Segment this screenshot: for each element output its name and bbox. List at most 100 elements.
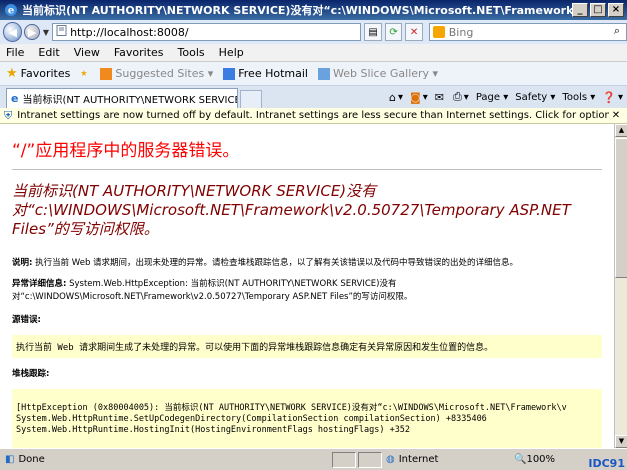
favorites-label: Favorites xyxy=(20,67,71,80)
maximize-button[interactable]: □ xyxy=(590,3,606,17)
status-segment xyxy=(332,451,356,468)
stack-line: System.Web.HttpRuntime.HostingInit(Hosti… xyxy=(16,425,411,435)
forward-button[interactable]: ▶ xyxy=(24,24,40,40)
new-tab-button[interactable] xyxy=(240,90,262,108)
window-title: 当前标识(NT AUTHORITY\NETWORK SERVICE)没有对“c:… xyxy=(22,4,572,17)
web-slice-gallery-link[interactable]: Web Slice Gallery ▾ xyxy=(317,67,439,80)
zoom-control[interactable]: 🔍 100% xyxy=(514,454,555,465)
free-hotmail-label: Free Hotmail xyxy=(238,67,308,80)
bing-icon xyxy=(432,26,445,38)
stop-icon[interactable]: ✕ xyxy=(405,23,423,41)
stack-trace-box: [HttpException (0x80004005): 当前标识(NT AUT… xyxy=(12,389,602,448)
scroll-thumb[interactable] xyxy=(615,138,627,278)
source-error-label: 源错误: xyxy=(12,315,41,325)
zoom-icon: 🔍 xyxy=(514,454,527,465)
exception-text: System.Web.HttpException: 当前标识(NT AUTHOR… xyxy=(12,279,413,302)
error-subheading: 当前标识(NT AUTHORITY\NETWORK SERVICE)没有对“c:… xyxy=(12,182,571,238)
status-bar: ◧ Done ◍ Internet 🔍 100% xyxy=(0,448,627,470)
tab-label: 当前标识(NT AUTHORITY\NETWORK SERVICE)没有... xyxy=(22,95,237,106)
title-bar: e 当前标识(NT AUTHORITY\NETWORK SERVICE)没有对“… xyxy=(0,0,627,20)
svg-text:e: e xyxy=(7,6,13,17)
web-slice-gallery-label: Web Slice Gallery ▾ xyxy=(332,67,439,80)
mail-button[interactable]: ✉ xyxy=(435,91,446,104)
status-segment xyxy=(358,451,382,468)
address-bar[interactable]: http://localhost:8008/ xyxy=(52,23,362,41)
menu-bar: File Edit View Favorites Tools Help xyxy=(0,44,627,62)
feeds-icon: ◙ xyxy=(410,90,421,104)
help-icon: ❓ xyxy=(602,90,616,104)
zoom-level: 100% xyxy=(526,454,556,465)
globe-icon: ◍ xyxy=(386,454,395,465)
page-menu[interactable]: Page ▾ xyxy=(476,92,508,103)
free-hotmail-link[interactable]: Free Hotmail xyxy=(223,67,308,80)
command-bar: ⌂ ▾ ◙ ▾ ✉ ⎙ ▾ Page ▾ Safety ▾ Tools ▾ ❓ ▾ xyxy=(382,86,627,108)
close-button[interactable]: × xyxy=(608,3,624,17)
back-button[interactable]: ◀ xyxy=(3,22,23,42)
stack-trace-section: 堆栈跟踪: xyxy=(12,368,602,381)
menu-tools[interactable]: Tools xyxy=(178,46,205,59)
help-button[interactable]: ❓ ▾ xyxy=(602,91,623,104)
source-error-box: 执行当前 Web 请求期间生成了未处理的异常。可以使用下面的异常堆栈跟踪信息确定… xyxy=(12,335,602,358)
description-label: 说明: xyxy=(12,258,33,268)
stack-line: System.Web.HttpRuntime.SetUpCodegenDirec… xyxy=(16,414,487,424)
search-box[interactable]: Bing ⌕ xyxy=(428,23,627,41)
add-favorite-icon: ⭑ xyxy=(80,66,88,81)
hotmail-icon xyxy=(223,67,236,80)
vertical-scrollbar[interactable]: ▲ ▼ xyxy=(614,124,627,448)
page-content: “/”应用程序中的服务器错误。 当前标识(NT AUTHORITY\NETWOR… xyxy=(0,124,614,448)
favorites-button[interactable]: ★ Favorites xyxy=(6,66,70,81)
safety-menu[interactable]: Safety ▾ xyxy=(515,92,555,103)
heading-divider xyxy=(12,169,602,170)
shield-icon: ⛨ xyxy=(4,108,13,122)
print-button[interactable]: ⎙ ▾ xyxy=(453,90,469,104)
search-placeholder[interactable]: Bing xyxy=(449,26,608,39)
done-page-icon: ◧ xyxy=(5,454,15,465)
infobar-close-icon[interactable]: ✕ xyxy=(609,110,623,121)
ie-icon: e xyxy=(3,3,18,18)
infobar-text[interactable]: Intranet settings are now turned off by … xyxy=(17,110,609,121)
stack-line: [HttpException (0x80004005): 当前标识(NT AUT… xyxy=(16,403,567,413)
page-icon xyxy=(56,25,67,39)
tab-current[interactable]: e 当前标识(NT AUTHORITY\NETWORK SERVICE)没有..… xyxy=(6,88,238,108)
star-icon: ★ xyxy=(6,66,18,81)
error-heading: “/”应用程序中的服务器错误。 xyxy=(12,141,240,161)
home-button[interactable]: ⌂ ▾ xyxy=(389,91,403,104)
menu-view[interactable]: View xyxy=(74,46,100,59)
web-slice-icon xyxy=(317,67,330,80)
home-icon: ⌂ xyxy=(389,90,396,104)
tab-row: e 当前标识(NT AUTHORITY\NETWORK SERVICE)没有..… xyxy=(0,86,627,108)
exception-label: 异常详细信息: xyxy=(12,279,67,289)
scroll-down-icon[interactable]: ▼ xyxy=(615,435,627,448)
menu-help[interactable]: Help xyxy=(219,46,244,59)
feeds-button[interactable]: ◙ ▾ xyxy=(410,91,428,104)
error-description: 说明: 执行当前 Web 请求期间，出现未处理的异常。请检查堆栈跟踪信息，以了解… xyxy=(12,257,602,270)
information-bar[interactable]: ⛨ Intranet settings are now turned off b… xyxy=(0,108,627,124)
search-icon[interactable]: ⌕ xyxy=(608,24,626,40)
menu-favorites[interactable]: Favorites xyxy=(114,46,164,59)
suggested-sites-label: Suggested Sites ▾ xyxy=(115,67,214,80)
refresh-icon[interactable]: ⟳ xyxy=(384,23,403,41)
menu-file[interactable]: File xyxy=(6,46,24,59)
security-zone[interactable]: ◍ Internet xyxy=(382,454,502,465)
status-text: Done xyxy=(18,454,45,465)
suggested-sites-link[interactable]: Suggested Sites ▾ xyxy=(100,67,213,80)
address-url[interactable]: http://localhost:8008/ xyxy=(70,26,188,39)
source-error-section: 源错误: xyxy=(12,314,602,327)
scroll-up-icon[interactable]: ▲ xyxy=(615,124,627,137)
history-dropdown-icon[interactable]: ▼ xyxy=(43,28,49,37)
compatibility-icon[interactable]: ▤ xyxy=(364,23,382,41)
exception-details: 异常详细信息: System.Web.HttpException: 当前标识(N… xyxy=(12,278,602,304)
tab-ie-icon: e xyxy=(11,92,19,105)
add-favorites-button[interactable]: ⭑ xyxy=(80,66,90,81)
address-row: ◀ ▶ ▼ http://localhost:8008/ ▤ ⟳ ✕ Bing … xyxy=(0,20,627,44)
description-text: 执行当前 Web 请求期间，出现未处理的异常。请检查堆栈跟踪信息，以了解有关该错… xyxy=(32,258,519,268)
stack-trace-label: 堆栈跟踪: xyxy=(12,369,50,379)
suggested-sites-icon xyxy=(100,67,113,80)
favorites-bar: ★ Favorites ⭑ Suggested Sites ▾ Free Hot… xyxy=(0,62,627,86)
zone-label: Internet xyxy=(398,454,439,465)
minimize-button[interactable]: _ xyxy=(572,3,588,17)
menu-edit[interactable]: Edit xyxy=(38,46,59,59)
mail-icon: ✉ xyxy=(434,90,444,104)
tools-menu[interactable]: Tools ▾ xyxy=(562,92,595,103)
print-icon: ⎙ xyxy=(452,90,462,103)
